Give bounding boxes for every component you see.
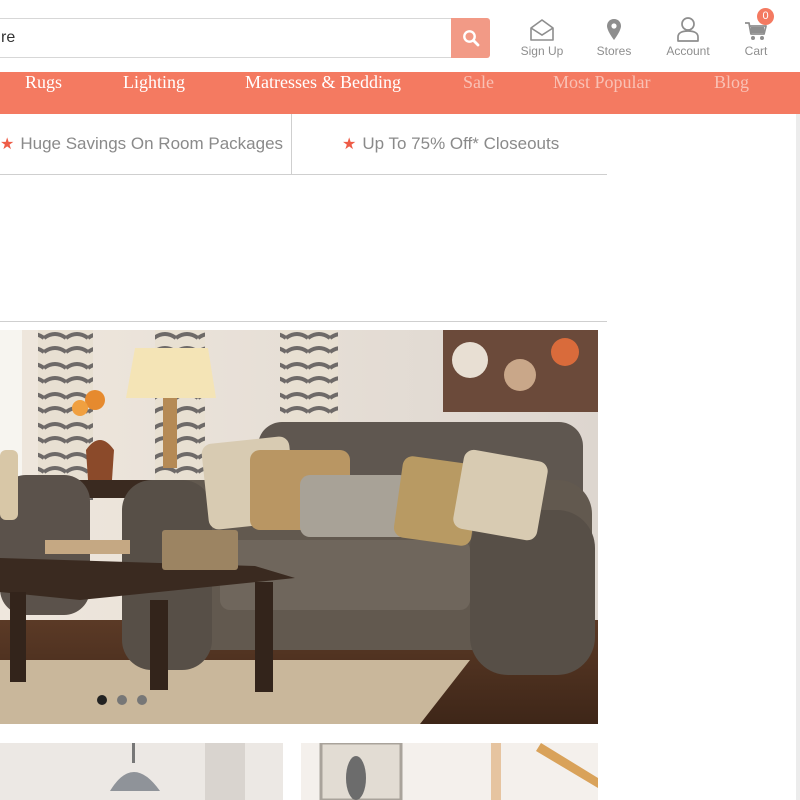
site-header: Sign Up Stores Account (0, 0, 800, 72)
promo-room-packages[interactable]: ★ Huge Savings On Room Packages (0, 114, 283, 174)
stores-label: Stores (596, 44, 632, 58)
stores-link[interactable]: Stores (584, 14, 644, 62)
sign-up-label: Sign Up (520, 44, 564, 58)
hero-banner-image[interactable] (0, 330, 598, 724)
search-box (0, 18, 451, 58)
account-link[interactable]: Account (658, 14, 718, 62)
promo-label: Huge Savings On Room Packages (20, 134, 284, 153)
category-tile-lighting[interactable] (0, 743, 283, 800)
section-divider (0, 321, 607, 322)
living-room-photo (0, 330, 598, 724)
cart-link[interactable]: 0 Cart (726, 8, 786, 62)
carousel-dots (97, 695, 147, 705)
scrollbar-track[interactable] (796, 114, 800, 800)
nav-item-most-popular[interactable]: Most Popular (553, 72, 651, 114)
carousel-dot[interactable] (137, 695, 147, 705)
category-tile-decor[interactable] (301, 743, 598, 800)
sign-up-link[interactable]: Sign Up (512, 14, 572, 62)
promo-divider (291, 114, 292, 174)
envelope-icon (530, 19, 554, 41)
star-icon: ★ (342, 136, 357, 153)
user-icon (677, 17, 699, 42)
star-icon: ★ (0, 136, 15, 153)
cart-label: Cart (744, 44, 768, 58)
promo-label: Up To 75% Off* Closeouts (362, 134, 560, 153)
nav-item-lighting[interactable]: Lighting (123, 72, 185, 114)
promo-closeouts[interactable]: ★ Up To 75% Off* Closeouts (342, 114, 559, 174)
search-icon (462, 30, 479, 47)
nav-item-rugs[interactable]: Rugs (25, 72, 62, 114)
nav-item-sale[interactable]: Sale (463, 72, 494, 114)
nav-item-mattresses-bedding[interactable]: Matresses & Bedding (245, 72, 401, 114)
main-nav: Rugs Lighting Matresses & Bedding Sale M… (0, 72, 800, 114)
cart-count-badge: 0 (757, 8, 774, 25)
nav-item-blog[interactable]: Blog (714, 72, 749, 114)
account-label: Account (666, 44, 710, 58)
search-button[interactable] (451, 18, 490, 58)
carousel-dot[interactable] (97, 695, 107, 705)
map-pin-icon (607, 19, 621, 40)
search-input[interactable] (1, 19, 441, 57)
carousel-dot[interactable] (117, 695, 127, 705)
pendant-lamp-image (0, 743, 283, 800)
wall-decor-image (301, 743, 598, 800)
